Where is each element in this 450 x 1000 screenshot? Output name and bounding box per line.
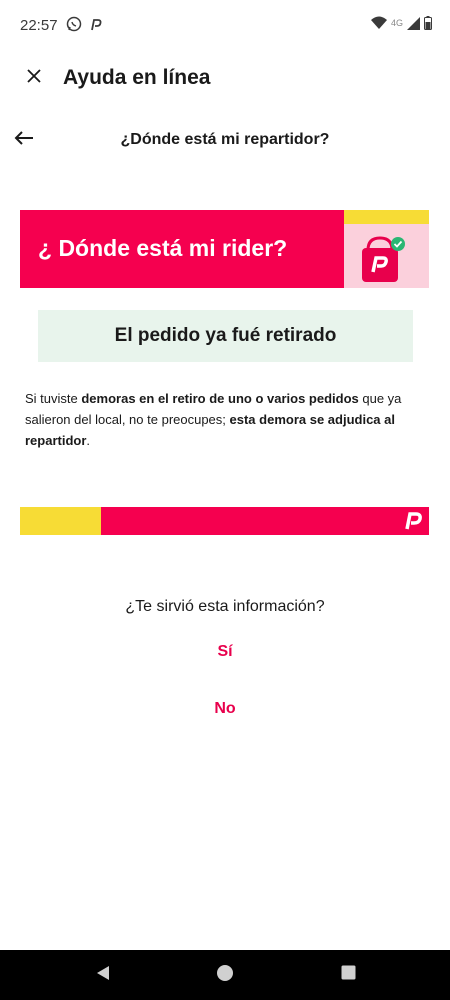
wifi-icon bbox=[370, 16, 387, 35]
status-info-box: El pedido ya fué retirado bbox=[38, 310, 413, 362]
system-nav-bar bbox=[0, 950, 450, 1000]
banner-yellow-strip bbox=[344, 210, 429, 224]
app-title: Ayuda en línea bbox=[63, 66, 211, 89]
app-bar: Ayuda en línea bbox=[0, 52, 450, 108]
nav-recents-button[interactable] bbox=[336, 964, 360, 986]
description-paragraph: Si tuviste demoras en el retiro de uno o… bbox=[25, 388, 425, 451]
feedback-yes-button[interactable]: Sí bbox=[175, 637, 275, 667]
close-icon bbox=[26, 68, 42, 89]
brand-footer-bar bbox=[20, 507, 429, 535]
battery-icon bbox=[424, 16, 432, 35]
whatsapp-icon bbox=[66, 16, 82, 37]
sub-header: ¿Dónde está mi repartidor? bbox=[0, 120, 450, 164]
nav-back-button[interactable] bbox=[91, 964, 115, 986]
back-button[interactable] bbox=[10, 126, 38, 154]
arrow-left-icon bbox=[14, 130, 34, 151]
recents-square-icon bbox=[341, 965, 356, 985]
pedidosya-icon bbox=[90, 18, 102, 36]
home-circle-icon bbox=[216, 964, 234, 987]
description-text-1: Si tuviste bbox=[25, 391, 82, 406]
banner-title: ¿ Dónde está mi rider? bbox=[38, 235, 288, 261]
close-button[interactable] bbox=[20, 64, 48, 92]
feedback-no-button[interactable]: No bbox=[175, 694, 275, 724]
feedback-question: ¿Te sirvió esta información? bbox=[125, 598, 325, 615]
description-bold-1: demoras en el retiro de uno o varios ped… bbox=[81, 391, 359, 406]
delivery-bag-icon bbox=[358, 234, 408, 288]
rider-banner: ¿ Dónde está mi rider? bbox=[20, 210, 429, 288]
footer-yellow-block bbox=[20, 507, 101, 535]
network-type-label: 4G bbox=[390, 17, 403, 28]
nav-home-button[interactable] bbox=[213, 964, 237, 986]
status-bar: 22:57 4G bbox=[0, 0, 450, 52]
back-triangle-icon bbox=[96, 965, 110, 986]
signal-icon bbox=[407, 16, 420, 35]
description-text-3: . bbox=[86, 433, 91, 448]
status-info-text: El pedido ya fué retirado bbox=[114, 325, 337, 346]
status-time: 22:57 bbox=[20, 17, 58, 34]
article-title: ¿Dónde está mi repartidor? bbox=[120, 131, 330, 148]
pedidosya-logo-icon bbox=[403, 511, 423, 536]
